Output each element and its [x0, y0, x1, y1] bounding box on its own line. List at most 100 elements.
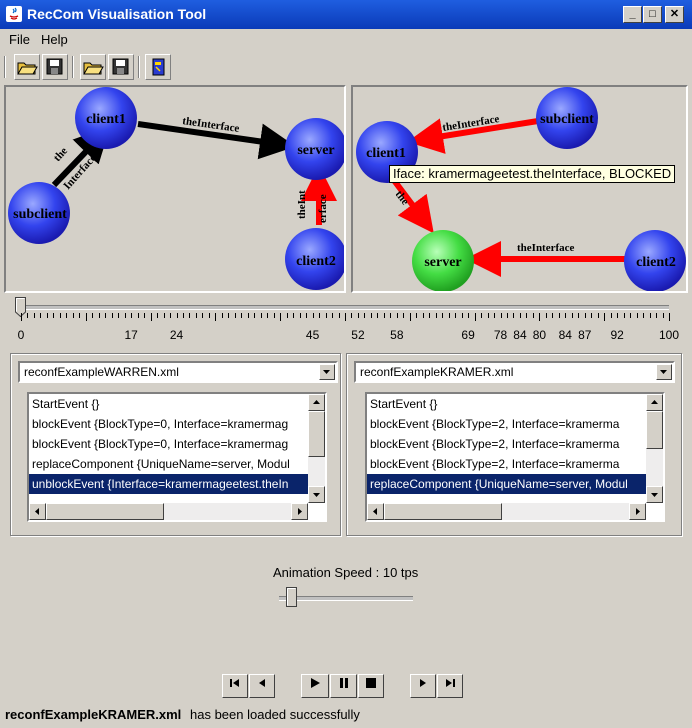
timeline-tick [85, 313, 87, 321]
timeline-tick [72, 313, 74, 318]
timeline-tick [111, 313, 113, 318]
pause-button[interactable] [330, 674, 357, 698]
timeline-tick [532, 313, 534, 318]
timeline-tick [21, 313, 22, 321]
scroll-thumb[interactable] [308, 411, 325, 457]
right-event-panel: reconfExampleKRAMER.xml StartEvent {} blo… [346, 353, 682, 536]
scroll-left-button[interactable] [367, 503, 384, 520]
timeline-tick [319, 313, 321, 318]
timeline-tick [176, 313, 178, 318]
step-forward-button[interactable] [410, 674, 436, 698]
timeline-tick [526, 313, 528, 318]
scroll-left-button[interactable] [29, 503, 46, 520]
timeline-tick [228, 313, 230, 318]
right-hscrollbar[interactable] [367, 503, 646, 520]
timeline-tick [370, 313, 372, 318]
right-vscrollbar[interactable] [646, 394, 663, 503]
timeline-tick [208, 313, 210, 318]
timeline-tick [461, 313, 463, 318]
dropdown-button[interactable] [319, 364, 335, 380]
stop-button[interactable] [358, 674, 384, 698]
speed-track[interactable] [279, 596, 413, 601]
timeline-tick [27, 313, 29, 318]
timeline-tick [170, 313, 172, 318]
timeline-tick [150, 313, 152, 321]
left-vscrollbar[interactable] [308, 394, 325, 503]
left-hscrollbar[interactable] [29, 503, 308, 520]
speed-thumb[interactable] [286, 587, 297, 607]
scroll-thumb[interactable] [384, 503, 502, 520]
event-list-item[interactable]: blockEvent {BlockType=2, Interface=krame… [367, 414, 646, 434]
timeline-tick [137, 313, 139, 318]
scroll-up-button[interactable] [308, 394, 325, 411]
skip-start-icon [230, 679, 239, 687]
timeline-tick [118, 313, 120, 318]
timeline-tick [539, 313, 541, 321]
scroll-up-button[interactable] [646, 394, 663, 411]
timeline-tick [500, 313, 502, 318]
timeline-tick [247, 313, 249, 318]
timeline-tick [565, 313, 567, 318]
scroll-thumb[interactable] [46, 503, 164, 520]
scroll-right-button[interactable] [629, 503, 646, 520]
timeline-label: 80 [532, 328, 547, 342]
scroll-down-button[interactable] [308, 486, 325, 503]
play-button[interactable] [301, 674, 329, 698]
stop-icon [366, 678, 376, 688]
timeline-tick [403, 313, 405, 318]
timeline-tick [519, 313, 521, 318]
left-event-list[interactable]: StartEvent {} blockEvent {BlockType=0, In… [27, 392, 327, 522]
timeline-tick [325, 313, 327, 318]
timeline-tick [487, 313, 489, 318]
event-list-item[interactable]: replaceComponent {UniqueName=server, Mod… [29, 454, 308, 474]
arrow-left-icon [35, 508, 39, 515]
event-list-item[interactable]: StartEvent {} [29, 394, 308, 414]
timeline-tick [390, 313, 392, 318]
status-bar: reconfExampleKRAMER.xml has been loaded … [0, 704, 692, 728]
timeline-tick [571, 313, 573, 318]
timeline-tick [312, 313, 314, 318]
timeline-label: 84 [513, 328, 527, 342]
scroll-down-button[interactable] [646, 486, 663, 503]
timeline-label: 87 [578, 328, 592, 342]
right-file-select[interactable]: reconfExampleKRAMER.xml [354, 361, 675, 383]
play-icon [311, 678, 320, 688]
right-event-list[interactable]: StartEvent {} blockEvent {BlockType=2, In… [365, 392, 665, 522]
event-list-item[interactable]: blockEvent {BlockType=2, Interface=krame… [367, 434, 646, 454]
event-list-item[interactable]: blockEvent {BlockType=0, Interface=krame… [29, 414, 308, 434]
timeline-label: 45 [305, 328, 320, 342]
event-list-item[interactable]: blockEvent {BlockType=0, Interface=krame… [29, 434, 308, 454]
timeline-label: 17 [124, 328, 138, 342]
timeline-tick [610, 313, 612, 318]
timeline-tick [273, 313, 275, 318]
skip-to-end-button[interactable] [437, 674, 463, 698]
event-list-item[interactable]: blockEvent {BlockType=2, Interface=krame… [367, 454, 646, 474]
timeline-tick [468, 313, 470, 318]
timeline-tick [195, 313, 197, 318]
left-file-select[interactable]: reconfExampleWARREN.xml [18, 361, 338, 383]
timeline-tick [643, 313, 645, 318]
timeline-tick [591, 313, 593, 318]
timeline-tick [584, 313, 586, 318]
skip-to-start-button[interactable] [222, 674, 248, 698]
scroll-thumb[interactable] [646, 411, 663, 449]
timeline-tick [124, 313, 126, 318]
timeline-tick [545, 313, 547, 318]
arrow-down-icon [651, 493, 658, 497]
scroll-right-button[interactable] [291, 503, 308, 520]
step-back-button[interactable] [249, 674, 275, 698]
timeline-tick [40, 313, 42, 318]
timeline-tick [254, 313, 256, 318]
event-list-item[interactable]: unblockEvent {Interface=kramermageetest.… [29, 474, 308, 494]
timeline-label: 100 [658, 328, 680, 342]
right-file-name: reconfExampleKRAMER.xml [360, 365, 514, 379]
left-file-name: reconfExampleWARREN.xml [24, 365, 179, 379]
arrow-right-icon [636, 508, 640, 515]
dropdown-button[interactable] [656, 364, 672, 380]
chevron-down-icon [323, 370, 330, 374]
left-event-panel: reconfExampleWARREN.xml StartEvent {} blo… [10, 353, 341, 536]
event-list-item[interactable]: replaceComponent {UniqueName=server, Mod… [367, 474, 646, 494]
step-forward-icon [420, 679, 426, 687]
timeline-tick [552, 313, 554, 318]
event-list-item[interactable]: StartEvent {} [367, 394, 646, 414]
